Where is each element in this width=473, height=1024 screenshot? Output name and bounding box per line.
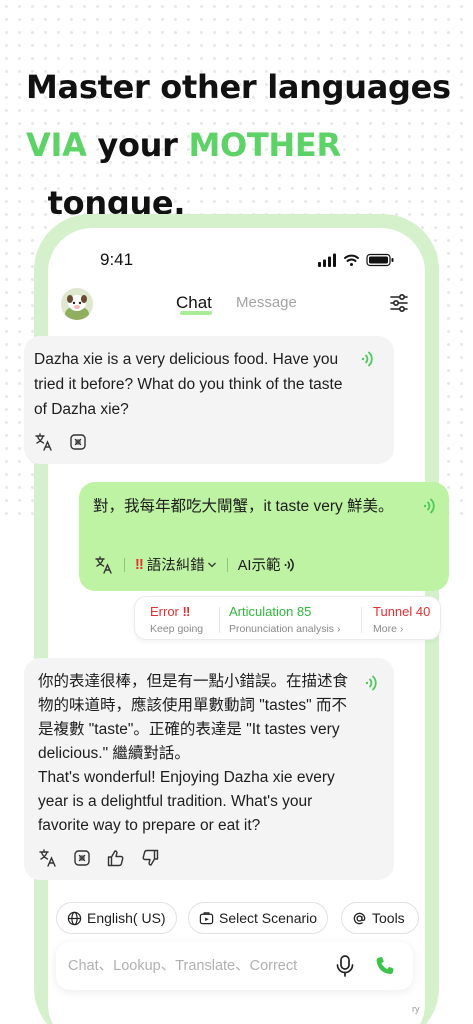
headline-line-1: Master other languages: [26, 68, 451, 106]
chat-input-bar: [56, 942, 413, 990]
user-message-actions: ‼ 語法糾錯 AI示範: [94, 554, 295, 575]
translate-icon[interactable]: [38, 848, 58, 868]
copy-icon[interactable]: [72, 848, 92, 868]
chevron-down-icon: [207, 562, 216, 567]
thumbs-down-icon[interactable]: [140, 848, 160, 868]
status-time: 9:41: [100, 250, 134, 269]
analysis-tunnel-title: Tunnel 40: [373, 604, 431, 619]
grammar-correction-button[interactable]: ‼ 語法糾錯: [135, 554, 217, 575]
user-message-text: 對，我每年都吃大閘蟹，it taste very 鮮美。: [93, 498, 394, 515]
divider: [219, 607, 220, 633]
analysis-error-sub: Keep going: [150, 623, 204, 635]
ai-message-text: Dazha xie is a very delicious food. Have…: [34, 351, 343, 418]
analysis-card: Error ‼ Keep going Articulation 85 Pronu…: [134, 596, 441, 640]
ai-message-actions: [38, 848, 160, 868]
speaker-icon[interactable]: [422, 497, 436, 515]
wifi-icon: [344, 254, 359, 266]
footnote-text: ry: [412, 1004, 420, 1014]
analysis-tunnel-sub: More ›: [373, 623, 404, 635]
tools-label: Tools: [372, 910, 405, 926]
ai-message-bubble: 你的表達很棒，但是有一點小錯誤。在描述食物的味道時，應該使用單數動詞 "tast…: [24, 658, 394, 880]
headline-your: your: [86, 126, 189, 164]
settings-sliders-icon[interactable]: [389, 293, 409, 313]
headline: Master other languages VIA your MOTHER t…: [26, 58, 466, 232]
analysis-error-title: Error: [150, 604, 179, 619]
battery-icon: [366, 253, 394, 267]
translate-icon[interactable]: [34, 432, 54, 452]
divider: [226, 557, 228, 572]
select-scenario-chip[interactable]: Select Scenario: [188, 902, 329, 934]
translate-icon[interactable]: [94, 555, 114, 575]
divider: [361, 607, 362, 633]
microphone-icon[interactable]: [334, 954, 356, 978]
tab-chat-indicator: [180, 311, 212, 315]
analysis-articulation[interactable]: Articulation 85 Pronunciation analysis ›: [229, 604, 340, 635]
speaker-icon[interactable]: [364, 674, 378, 692]
headline-mother: MOTHER: [188, 126, 341, 164]
analysis-error-mark: ‼: [182, 604, 191, 619]
thumbs-up-icon[interactable]: [106, 848, 126, 868]
chat-input[interactable]: [68, 954, 330, 978]
ai-demo-button[interactable]: AI示範: [238, 554, 296, 575]
analysis-articulation-sub: Pronunciation analysis ›: [229, 623, 341, 635]
copy-icon[interactable]: [68, 432, 88, 452]
language-selector-chip[interactable]: English( US): [56, 902, 177, 934]
analysis-articulation-title: Articulation 85: [229, 604, 312, 619]
tab-message[interactable]: Message: [236, 294, 297, 311]
ai-reply-text: That's wonderful! Enjoying Dazha xie eve…: [38, 769, 335, 834]
ai-message-actions: [34, 432, 88, 452]
globe-icon: [67, 911, 82, 925]
ai-demo-label: AI示範: [237, 558, 281, 574]
language-label: English( US): [87, 910, 166, 926]
speaker-icon[interactable]: [360, 350, 374, 368]
analysis-error[interactable]: Error ‼ Keep going: [150, 604, 203, 635]
headline-via: VIA: [26, 126, 87, 164]
ai-correction-text: 你的表達很棒，但是有一點小錯誤。在描述食物的味道時，應該使用單數動詞 "tast…: [38, 673, 349, 762]
phone-call-icon[interactable]: [374, 955, 396, 977]
at-icon: [353, 912, 366, 924]
scenario-icon: [199, 911, 214, 924]
error-mark: ‼: [135, 556, 144, 573]
status-icons: [318, 253, 394, 267]
analysis-tunnel[interactable]: Tunnel 40 More ›: [373, 604, 430, 635]
grammar-correction-label: 語法糾錯: [146, 558, 205, 574]
select-scenario-label: Select Scenario: [219, 910, 318, 926]
avatar[interactable]: [61, 288, 93, 320]
avatar-image: [61, 288, 93, 320]
signal-icon: [318, 253, 336, 267]
speaker-icon: [285, 558, 295, 571]
tab-chat[interactable]: Chat: [176, 293, 212, 313]
divider: [124, 557, 125, 572]
tools-chip[interactable]: Tools: [341, 902, 419, 934]
